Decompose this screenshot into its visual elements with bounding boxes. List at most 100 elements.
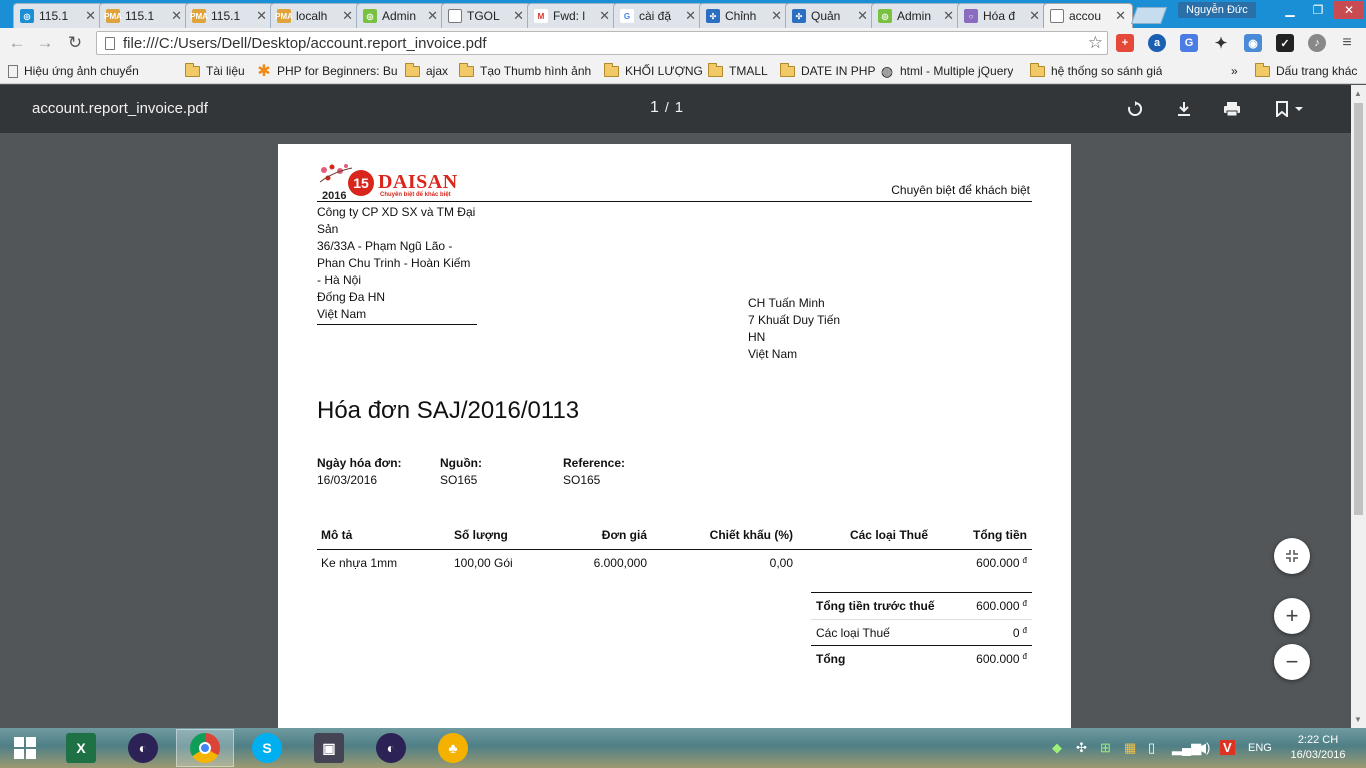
close-tab-icon[interactable]: ✕ — [599, 8, 610, 24]
globe-icon: ◎ — [20, 9, 34, 23]
close-tab-icon[interactable]: ✕ — [513, 8, 524, 24]
translate-extension-icon[interactable]: G — [1180, 34, 1198, 52]
plus-extension-icon[interactable]: + — [1116, 34, 1134, 52]
close-tab-icon[interactable]: ✕ — [857, 8, 868, 24]
close-tab-icon[interactable]: ✕ — [171, 8, 182, 24]
browser-tab[interactable]: ◎ Admin ✕ — [356, 3, 445, 28]
new-tab-button[interactable] — [1130, 7, 1168, 24]
fit-page-button[interactable] — [1274, 538, 1310, 574]
taskbar-eclipse-2[interactable]: ◐ — [362, 729, 420, 767]
a-extension-icon[interactable]: a — [1148, 34, 1166, 52]
bookmark-item[interactable]: ◍ html - Multiple jQuery — [880, 62, 1013, 80]
check-extension-icon[interactable]: ✓ — [1276, 34, 1294, 52]
tray-device-icon[interactable]: ▯ — [1148, 740, 1155, 756]
bookmark-label: DATE IN PHP — [801, 64, 876, 78]
browser-tab[interactable]: ✣ Chỉnh ✕ — [699, 3, 789, 28]
bookmark-label: TMALL — [729, 64, 768, 78]
bookmark-item[interactable]: Hiệu ứng ảnh chuyển — [8, 62, 139, 80]
browser-tab[interactable]: PMA localh ✕ — [270, 3, 360, 28]
wand-extension-icon[interactable]: ✦ — [1212, 34, 1230, 52]
tray-language[interactable]: ENG — [1248, 742, 1272, 754]
back-button[interactable]: ← — [6, 32, 28, 54]
print-icon[interactable] — [1220, 97, 1244, 121]
bookmark-item[interactable]: Tài liệu — [185, 62, 245, 80]
tray-box-icon[interactable]: ▦ — [1124, 740, 1136, 756]
address-bar[interactable]: file:///C:/Users/Dell/Desktop/account.re… — [96, 31, 1108, 55]
pma-icon: PMA — [275, 9, 293, 23]
bookmark-item[interactable]: ✱ PHP for Beginners: Bu — [257, 62, 397, 80]
browser-tab[interactable]: ◎ 115.1 ✕ — [13, 3, 103, 28]
scroll-down-icon[interactable]: ▼ — [1354, 715, 1362, 724]
tab-label: Quản — [811, 9, 841, 23]
menu-icon[interactable]: ≡ — [1338, 34, 1356, 52]
close-tab-icon[interactable]: ✕ — [771, 8, 782, 24]
zoom-in-button[interactable]: + — [1274, 598, 1310, 634]
tray-plus-icon[interactable]: ⊞ — [1100, 740, 1111, 756]
current-page-input[interactable]: 1 — [650, 99, 659, 116]
maximize-button[interactable]: ❐ — [1304, 1, 1332, 19]
close-tab-icon[interactable]: ✕ — [85, 8, 96, 24]
close-tab-icon[interactable]: ✕ — [685, 8, 696, 24]
browser-tab[interactable]: ✣ Quản ✕ — [785, 3, 875, 28]
close-tab-icon[interactable]: ✕ — [1029, 8, 1040, 24]
taskbar-excel[interactable]: X — [52, 729, 110, 767]
tray-v-icon[interactable]: V — [1220, 740, 1235, 755]
tray-green-icon[interactable]: ◆ — [1052, 740, 1062, 756]
windows-logo-icon — [14, 737, 36, 759]
bookmark-menu-icon[interactable] — [1270, 97, 1306, 121]
folder-icon — [1255, 62, 1270, 77]
tray-volume-icon[interactable]: ◀) — [1196, 740, 1210, 756]
close-tab-icon[interactable]: ✕ — [943, 8, 954, 24]
bookmark-item[interactable]: TMALL — [708, 62, 768, 80]
bookmark-item[interactable]: hệ thống so sánh giá — [1030, 62, 1162, 80]
pma-icon: PMA — [104, 9, 122, 23]
company-address-line: Sản — [317, 222, 339, 236]
vertical-scrollbar[interactable]: ▲ ▼ — [1351, 85, 1366, 728]
forward-button[interactable]: → — [34, 32, 56, 54]
other-bookmarks[interactable]: Dấu trang khác — [1255, 62, 1357, 80]
taskbar-clock[interactable]: 2:22 CH 16/03/2016 — [1290, 733, 1346, 763]
taskbar-wamp[interactable]: ♣ — [424, 729, 482, 767]
zoom-out-button[interactable]: − — [1274, 644, 1310, 680]
browser-tab[interactable]: ○ Hóa đ ✕ — [957, 3, 1047, 28]
bookmark-item[interactable]: Tạo Thumb hình ảnh — [459, 62, 591, 80]
bookmarks-overflow-button[interactable]: » — [1231, 62, 1238, 80]
browser-tab[interactable]: ◎ Admin ✕ — [871, 3, 961, 28]
scroll-up-icon[interactable]: ▲ — [1354, 89, 1362, 98]
taskbar-chrome[interactable] — [176, 729, 234, 767]
browser-tab[interactable]: PMA 115.1 ✕ — [99, 3, 189, 28]
bookmark-item[interactable]: KHỐI LƯỢNG — [604, 62, 703, 80]
scrollbar-thumb[interactable] — [1354, 103, 1363, 515]
download-icon[interactable] — [1172, 97, 1196, 121]
browser-tab[interactable]: Gcài đặ ✕ — [613, 3, 703, 28]
close-tab-icon[interactable]: ✕ — [1115, 8, 1126, 24]
camera-extension-icon[interactable]: ◉ — [1244, 34, 1262, 52]
bookmark-item[interactable]: DATE IN PHP — [780, 62, 875, 80]
browser-tab[interactable]: accou ✕ — [1043, 3, 1133, 28]
taskbar-eclipse[interactable]: ◐ — [114, 729, 172, 767]
profile-button[interactable]: Nguyễn Đức — [1178, 2, 1256, 18]
reload-button[interactable]: ↻ — [64, 32, 86, 54]
meta-value: SO165 — [563, 473, 601, 487]
invoice-meta-field: Ngày hóa đơn: 16/03/2016 — [317, 455, 402, 489]
music-extension-icon[interactable]: ♪ — [1308, 34, 1326, 52]
close-window-button[interactable]: ✕ — [1334, 1, 1364, 19]
start-button[interactable] — [0, 729, 50, 767]
close-tab-icon[interactable]: ✕ — [427, 8, 438, 24]
taskbar-network-tool[interactable]: ▣ — [300, 729, 358, 767]
browser-tab[interactable]: TGOL ✕ — [441, 3, 531, 28]
browser-tab[interactable]: M Fwd: l ✕ — [527, 3, 617, 28]
taskbar-skype[interactable]: S — [238, 729, 296, 767]
tab-label: TGOL — [467, 9, 500, 23]
column-header: Tổng tiền — [973, 528, 1027, 542]
bookmark-star-icon[interactable]: ☆ — [1088, 33, 1103, 53]
bookmark-item[interactable]: ajax — [405, 62, 448, 80]
minimize-button[interactable]: ▁ — [1276, 1, 1304, 19]
tab-label: Chỉnh — [725, 9, 757, 23]
browser-tab[interactable]: PMA 115.1 ✕ — [185, 3, 274, 28]
tab-label: 115.1 — [39, 9, 69, 23]
close-tab-icon[interactable]: ✕ — [256, 8, 267, 24]
tray-sync-icon[interactable]: ✣ — [1076, 740, 1087, 756]
rotate-icon[interactable] — [1123, 97, 1147, 121]
close-tab-icon[interactable]: ✕ — [342, 8, 353, 24]
